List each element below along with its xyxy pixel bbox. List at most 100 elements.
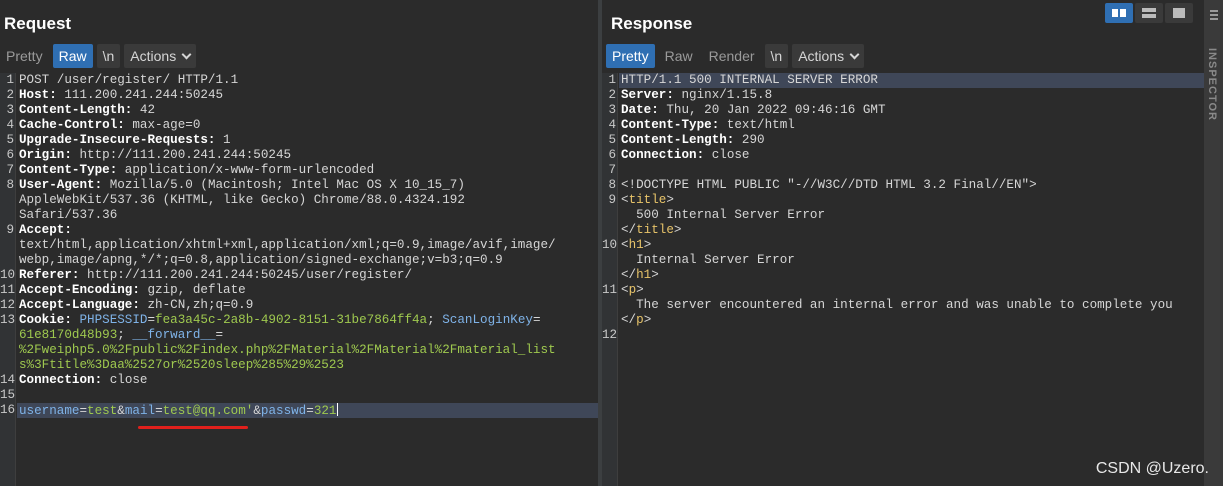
code-token: test	[87, 404, 118, 418]
code-token: close	[704, 148, 750, 162]
code-line: Content-Type: application/x-www-form-url…	[19, 163, 374, 178]
code-token: 111.200.241.244:50245	[56, 88, 224, 102]
code-token: zh-CN,zh;q=0.9	[139, 298, 254, 312]
code-token: >	[673, 223, 682, 237]
response-toolbar: Pretty Raw Render \n Actions	[606, 44, 868, 68]
code-token: Connection:	[621, 148, 705, 162]
line-number: 11	[602, 283, 618, 297]
code-token: text/html,application/xhtml+xml,applicat…	[19, 238, 556, 252]
code-line: Content-Type: text/html	[621, 118, 795, 133]
split-vertical-button[interactable]	[1135, 3, 1163, 23]
code-line: POST /user/register/ HTTP/1.1	[19, 73, 238, 88]
response-pretty-tab[interactable]: Pretty	[606, 44, 655, 68]
code-token: Safari/537.36	[19, 208, 118, 222]
code-token: webp,image/apng,*/*;q=0.8,application/si…	[19, 253, 503, 267]
code-token: h1	[628, 238, 644, 252]
red-underline-annotation	[138, 426, 248, 429]
code-line: AppleWebKit/537.36 (KHTML, like Gecko) C…	[19, 193, 465, 208]
line-number: 7	[6, 163, 14, 177]
rows-icon-part	[1142, 14, 1156, 18]
code-token: Accept-Encoding:	[19, 283, 140, 297]
code-token: <!DOCTYPE HTML PUBLIC "-//W3C//DTD HTML …	[621, 178, 1037, 192]
layout-switch	[1105, 3, 1195, 23]
code-token: gzip, deflate	[139, 283, 246, 297]
inspector-sidebar[interactable]: INSPECTOR	[1204, 0, 1223, 486]
code-line: Date: Thu, 20 Jan 2022 09:46:16 GMT	[621, 103, 886, 118]
code-token: &	[117, 404, 125, 418]
response-pane: Response Pretty Raw Render \n Actions 1H…	[602, 0, 1204, 486]
code-token: ;	[117, 328, 133, 342]
code-token: </	[621, 268, 637, 282]
code-token: p	[636, 313, 644, 327]
request-editor[interactable]: 1 POST /user/register/ HTTP/1.1 2 Host: 111…	[0, 73, 598, 486]
single-view-button[interactable]	[1165, 3, 1193, 23]
code-token: ScanLoginKey	[442, 313, 533, 327]
code-token: &	[253, 404, 261, 418]
code-line: <!DOCTYPE HTML PUBLIC "-//W3C//DTD HTML …	[621, 178, 1037, 193]
code-token: 42	[132, 103, 156, 117]
text-cursor	[336, 403, 338, 416]
code-token: 321	[313, 404, 337, 418]
code-token: <	[621, 238, 629, 252]
line-number: 16	[0, 403, 16, 417]
request-pretty-tab[interactable]: Pretty	[0, 44, 49, 68]
line-number: 13	[0, 313, 16, 327]
code-token: =	[147, 313, 156, 327]
code-token: POST /user/register/ HTTP/1.1	[19, 73, 239, 87]
code-line: The server encountered an internal error…	[621, 298, 1173, 313]
code-token: Thu, 20 Jan 2022 09:46:16 GMT	[658, 103, 886, 117]
code-line: text/html,application/xhtml+xml,applicat…	[19, 238, 556, 253]
rows-icon	[1142, 8, 1156, 12]
code-token: title	[628, 193, 667, 207]
code-token: Content-Length:	[19, 103, 133, 117]
code-token: Mozilla/5.0 (Macintosh; Intel Mac OS X 1…	[102, 178, 465, 192]
line-number: 2	[608, 88, 616, 102]
code-token: =	[155, 404, 163, 418]
inspector-menu-icon[interactable]	[1210, 10, 1218, 22]
code-token: >	[643, 313, 652, 327]
response-editor[interactable]: 1 HTTP/1.1 500 INTERNAL SERVER ERROR 2 Serv…	[602, 73, 1204, 486]
response-raw-tab[interactable]: Raw	[659, 44, 699, 68]
response-actions-label: Actions	[798, 48, 845, 64]
code-line: <p>	[621, 283, 644, 298]
code-token: ;	[427, 313, 443, 327]
code-token: >	[651, 268, 659, 282]
line-number: 6	[6, 148, 14, 162]
response-render-tab[interactable]: Render	[703, 44, 761, 68]
request-title: Request	[4, 14, 72, 33]
code-line: Accept-Encoding: gzip, deflate	[19, 283, 246, 298]
code-token: <	[621, 283, 629, 297]
line-number: 5	[608, 133, 616, 147]
code-line: User-Agent: Mozilla/5.0 (Macintosh; Inte…	[19, 178, 465, 193]
code-token: >	[636, 283, 644, 297]
code-token: Origin:	[19, 148, 72, 162]
code-token: Content-Type:	[621, 118, 720, 132]
chevron-down-icon	[181, 49, 192, 60]
code-token: s%3Ftitle%3Daa%2527or%2520sleep%285%29%2…	[19, 358, 344, 372]
code-line: 500 Internal Server Error	[621, 208, 825, 223]
code-token: Cache-Control:	[19, 118, 125, 132]
response-actions-menu[interactable]: Actions	[792, 44, 865, 68]
line-number: 5	[6, 133, 14, 147]
code-line: Content-Length: 290	[621, 133, 765, 148]
code-token: http://111.200.241.244:50245/user/regist…	[79, 268, 412, 282]
request-raw-tab[interactable]: Raw	[52, 44, 93, 68]
split-horizontal-button[interactable]	[1105, 3, 1133, 23]
code-token: Date:	[621, 103, 659, 117]
line-number: 8	[6, 178, 14, 192]
code-token: Content-Type:	[19, 163, 118, 177]
line-number: 9	[608, 193, 616, 207]
request-newline-toggle[interactable]: \n	[96, 44, 121, 68]
request-toolbar: Pretty Raw \n Actions	[0, 44, 200, 68]
line-number: 8	[608, 178, 616, 192]
response-newline-toggle[interactable]: \n	[764, 44, 789, 68]
line-number: 14	[0, 373, 16, 387]
code-token: User-Agent:	[19, 178, 103, 192]
code-token: Referer:	[19, 268, 80, 282]
code-line: Accept-Language: zh-CN,zh;q=0.9	[19, 298, 253, 313]
code-token: AppleWebKit/537.36 (KHTML, like Gecko) C…	[19, 193, 465, 207]
code-line: Connection: close	[19, 373, 148, 388]
code-token: =	[306, 404, 314, 418]
code-token: =	[215, 328, 224, 342]
request-actions-menu[interactable]: Actions	[124, 44, 197, 68]
